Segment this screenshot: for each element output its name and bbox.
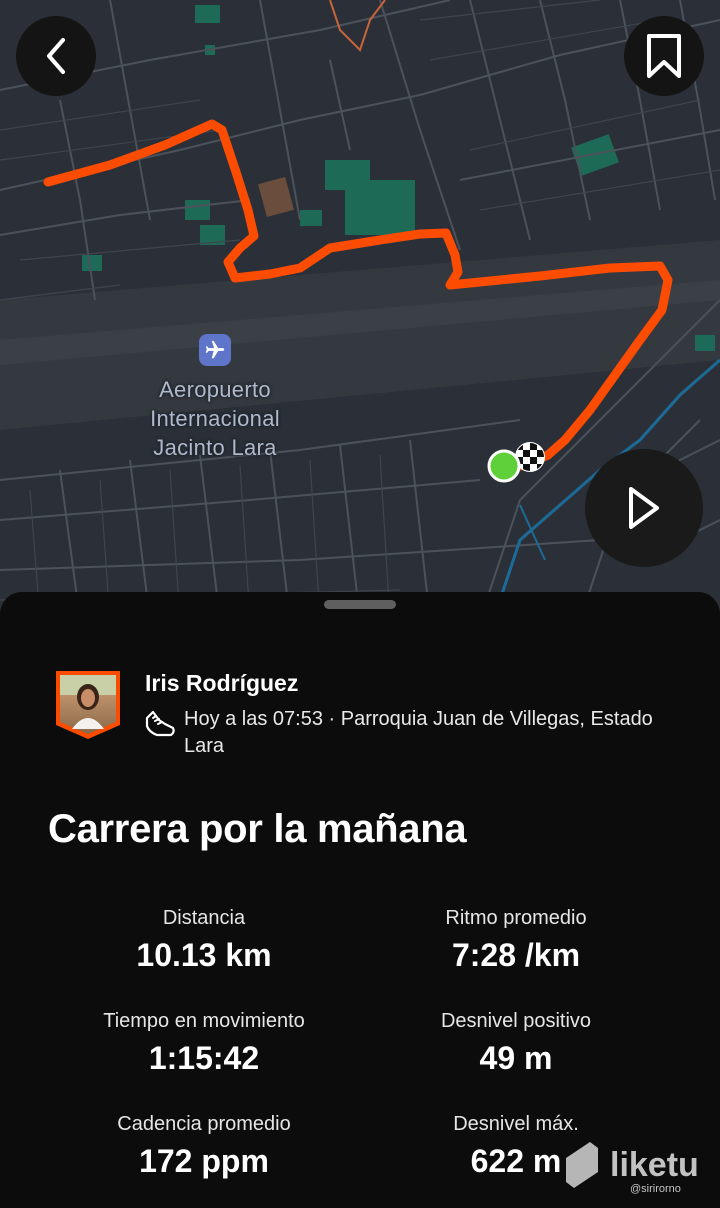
stat-label: Desnivel máx. [453,1113,579,1135]
airport-icon [199,334,231,366]
bookmark-icon [647,34,681,78]
stat-label: Distancia [162,907,246,929]
back-button[interactable] [16,16,96,96]
stat-label: Cadencia promedio [117,1113,291,1135]
watermark-handle: @sirirorno [630,1183,681,1195]
activity-meta: Hoy a las 07:53 · Parroquia Juan de Vill… [184,708,653,757]
stat-value: 49 m [479,1040,553,1076]
watermark: liketu @sirirorno [560,1138,720,1198]
stat-value: 10.13 km [136,937,272,973]
bookmark-button[interactable] [624,16,704,96]
stat-value: 7:28 /km [451,937,581,973]
athlete-name[interactable]: Iris Rodríguez [145,670,298,697]
stat-value: 1:15:42 [148,1040,260,1076]
start-marker [487,449,521,483]
stat-moving-time: Tiempo en movimiento 1:15:42 [54,1008,354,1078]
sheet-drag-handle[interactable] [324,600,396,609]
play-icon [629,487,659,529]
running-shoe-icon [145,710,175,737]
stat-label: Desnivel positivo [440,1010,592,1032]
stat-distance: Distancia 10.13 km [54,905,354,975]
activity-title: Carrera por la mañana [48,807,467,851]
watermark-brand: liketu [610,1146,699,1184]
liketu-logo-icon [566,1142,598,1188]
stat-pace: Ritmo promedio 7:28 /km [366,905,666,975]
chevron-left-icon [47,38,65,74]
stat-value: 172 ppm [139,1143,269,1179]
route-map[interactable]: Aeropuerto Internacional Jacinto Lara [0,0,720,620]
airport-label: Aeropuerto Internacional Jacinto Lara [150,377,280,460]
stat-cadence: Cadencia promedio 172 ppm [54,1111,354,1181]
stat-elevation-gain: Desnivel positivo 49 m [366,1008,666,1078]
stat-label: Ritmo promedio [445,907,587,929]
play-button[interactable] [585,449,703,567]
activity-sheet: Iris Rodríguez Hoy a las 07:53 · Parroqu… [0,592,720,1208]
stat-label: Tiempo en movimiento [103,1010,305,1032]
avatar[interactable] [54,669,122,741]
